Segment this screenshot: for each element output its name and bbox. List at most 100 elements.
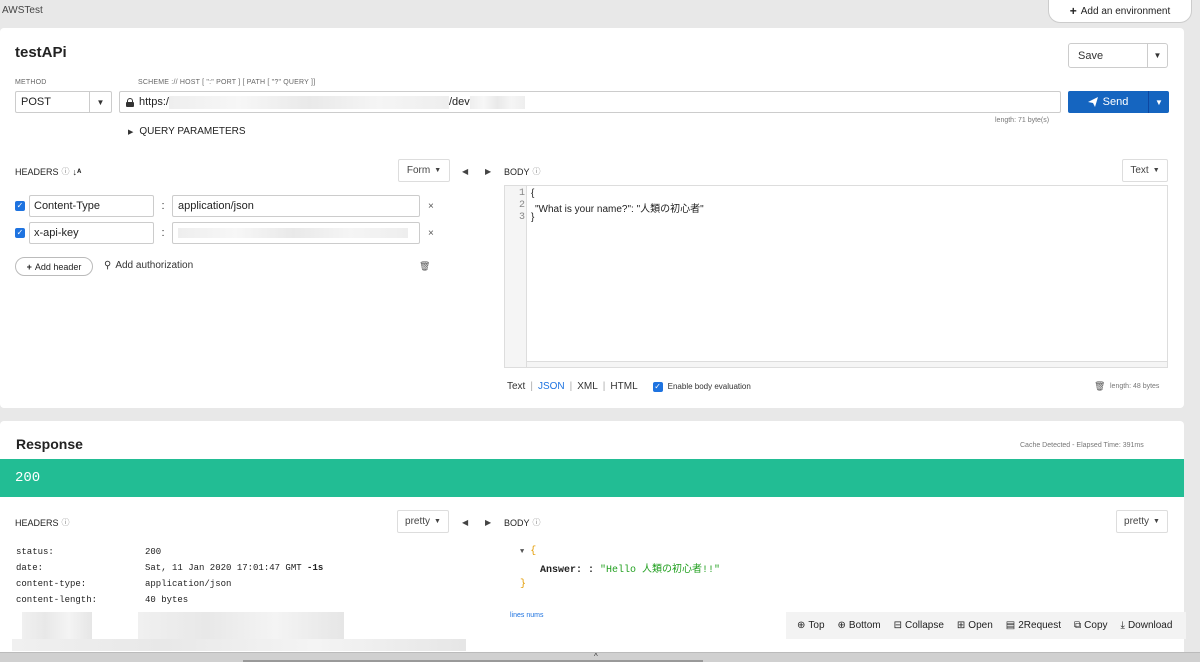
response-header-row: status: 200 [16, 547, 161, 557]
json-open-line: ▼ { [520, 546, 720, 557]
separator: | [569, 381, 573, 392]
body-label-text: BODY [504, 166, 530, 177]
bottom-label: Bottom [848, 620, 881, 631]
header-value-input[interactable]: application/json [172, 195, 420, 217]
response-body-mode-dropdown[interactable]: pretty ▼ [1116, 510, 1168, 533]
body-label-text: BODY [504, 517, 530, 528]
response-headers-label: HEADERS ⓘ [15, 517, 70, 528]
format-tab-html[interactable]: HTML [610, 381, 637, 392]
send-options-chevron-down-icon[interactable]: ▼ [1148, 91, 1169, 113]
add-environment-label: Add an environment [1080, 5, 1171, 17]
header-row: ✓ x-api-key : × [15, 222, 434, 244]
download-icon: ⤓ [1120, 620, 1125, 631]
body-mode-value: Text [1130, 165, 1149, 176]
top-bar: AWSTest + Add an environment [0, 0, 1200, 28]
header-value: application/json [145, 579, 232, 589]
header-key: content-type: [16, 579, 87, 589]
code-line: } [531, 212, 535, 223]
download-label: Download [1127, 620, 1173, 631]
collapse-toggle-icon[interactable]: ▼ [520, 548, 524, 556]
info-icon: ⓘ [532, 167, 541, 176]
line-gutter: 1 2 3 [505, 186, 527, 367]
response-headers-mode-dropdown[interactable]: pretty ▼ [397, 510, 449, 533]
headers-label-text: HEADERS [15, 517, 59, 528]
expand-right-icon[interactable]: ▶ [485, 167, 491, 176]
add-header-label: Add header [34, 261, 82, 272]
headers-mode-value: pretty [405, 516, 431, 527]
enable-body-evaluation-label: Enable body evaluation [667, 382, 751, 391]
response-body-label: BODY ⓘ [504, 517, 541, 528]
line-number: 3 [518, 212, 525, 223]
app-title: AWSTest [2, 5, 43, 16]
plus-square-icon: ⊞ [956, 620, 966, 631]
add-environment-button[interactable]: + Add an environment [1048, 0, 1192, 23]
bottom-button[interactable]: ⊕ Bottom [838, 620, 881, 631]
header-value-input[interactable] [172, 222, 420, 244]
remove-header-icon[interactable]: × [428, 201, 434, 212]
download-button[interactable]: ⤓ Download [1121, 620, 1173, 631]
format-tab-xml[interactable]: XML [577, 381, 598, 392]
top-button[interactable]: ⊕ Top [797, 620, 825, 631]
lines-nums-link[interactable]: lines nums [510, 612, 543, 619]
url-format-label: SCHEME :// HOST [ ":" PORT ] [ PATH [ "?… [138, 79, 316, 86]
close-brace: } [520, 579, 527, 590]
redacted-area [12, 639, 466, 651]
sort-icon[interactable]: ↓ᴬ [73, 167, 82, 177]
method-select[interactable]: POST ▼ [15, 91, 112, 113]
header-key-input[interactable]: x-api-key [29, 222, 154, 244]
header-key: status: [16, 547, 54, 557]
collapse-button[interactable]: ⊟ Collapse [894, 620, 944, 631]
format-tab-text[interactable]: Text [507, 381, 525, 392]
editor-resize-handle[interactable] [527, 361, 1167, 367]
header-row: ✓ Content-Type : application/json × [15, 195, 434, 217]
header-value: 40 bytes [145, 595, 189, 605]
header-enabled-checkbox[interactable]: ✓ [15, 201, 25, 211]
header-enabled-checkbox[interactable]: ✓ [15, 228, 25, 238]
query-parameters-toggle[interactable]: ▶ QUERY PARAMETERS [128, 126, 246, 137]
format-tab-json[interactable]: JSON [538, 381, 565, 392]
response-header-row: content-type: application/json [16, 579, 231, 589]
headers-mode-dropdown[interactable]: Form ▼ [398, 159, 450, 182]
header-key: content-length: [16, 595, 98, 605]
minus-square-icon: ⊟ [893, 620, 902, 631]
trash-icon[interactable]: 🗑 [419, 261, 430, 272]
header-value: 200 [145, 547, 162, 557]
body-mode-dropdown[interactable]: Text ▼ [1122, 159, 1168, 182]
enable-body-evaluation-checkbox[interactable]: ✓ [652, 381, 663, 392]
json-entry: Answer: : "Hello 人類の初心者!!" [520, 560, 720, 576]
remove-header-icon[interactable]: × [428, 228, 434, 239]
trash-icon[interactable]: 🗑 [1094, 381, 1105, 392]
save-button[interactable]: Save [1068, 43, 1148, 68]
collapse-left-icon[interactable]: ◀ [462, 167, 468, 176]
save-options-chevron-down-icon[interactable]: ▼ [1148, 43, 1168, 68]
chevron-down-icon: ▼ [434, 167, 442, 174]
send-icon [1087, 97, 1098, 107]
expand-right-icon[interactable]: ▶ [485, 518, 491, 527]
url-input[interactable]: https:/ /dev [119, 91, 1061, 113]
collapse-label: Collapse [904, 620, 944, 631]
caret-right-icon: ▶ [128, 128, 134, 136]
open-button[interactable]: ⊞ Open [957, 620, 993, 631]
status-code-bar: 200 [0, 459, 1184, 497]
to-request-button[interactable]: ▤ 2Request [1006, 620, 1061, 631]
plus-icon: + [1069, 4, 1077, 18]
to-request-label: 2Request [1018, 620, 1062, 631]
chevron-down-icon: ▼ [1153, 518, 1160, 525]
add-authorization-link[interactable]: ⚲ Add authorization [104, 260, 193, 271]
copy-button[interactable]: ⧉ Copy [1074, 620, 1108, 631]
header-separator: : [161, 200, 165, 212]
response-toolbar: ⊕ Top ⊕ Bottom ⊟ Collapse ⊞ Open ▤ 2Request ⧉… [786, 612, 1186, 639]
collapse-left-icon[interactable]: ◀ [462, 518, 468, 527]
add-header-button[interactable]: + Add header [15, 257, 93, 276]
chevron-up-icon[interactable]: ^ [594, 652, 598, 661]
header-key-input[interactable]: Content-Type [29, 195, 154, 217]
chevron-down-icon: ▼ [1152, 167, 1160, 174]
send-button[interactable]: Send [1068, 91, 1148, 113]
request-card: testAPi Save ▼ METHOD SCHEME :// HOST [ … [0, 28, 1184, 408]
request-length: length: 71 byte(s) [995, 117, 1050, 124]
line-number: 1 [518, 188, 525, 199]
redacted-host [168, 95, 449, 109]
json-key: Answer: : [540, 565, 595, 576]
body-editor[interactable]: 1 2 3 { "What is your name?": "人類の初心者" } [504, 185, 1168, 368]
json-close-line: } [520, 579, 720, 590]
